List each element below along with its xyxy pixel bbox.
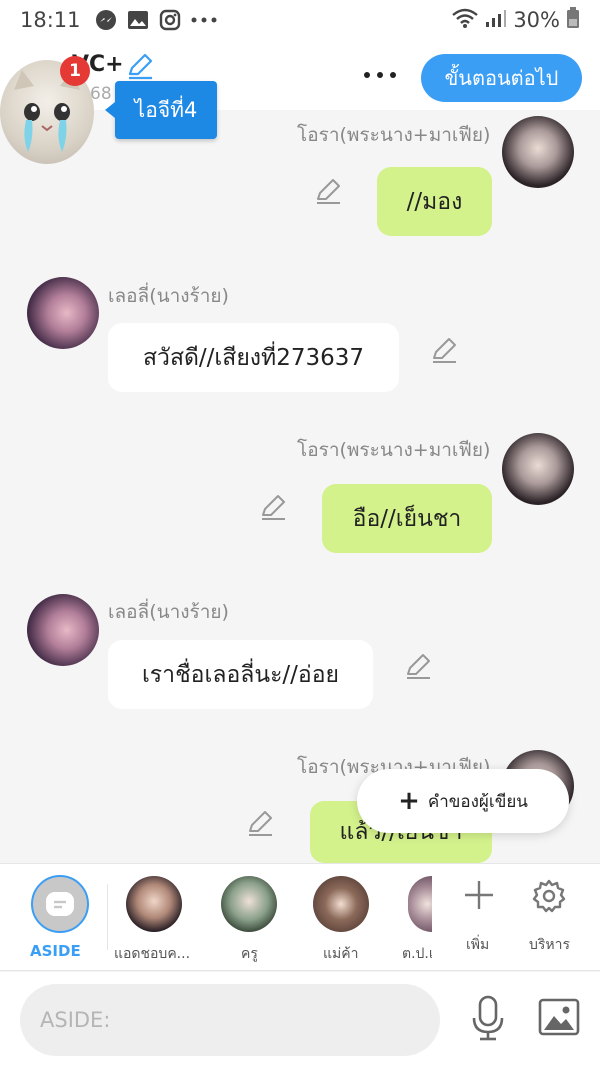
notification-badge: 1 [60,56,90,86]
manage-label: บริหาร [529,937,571,953]
more-options-icon[interactable] [360,60,400,90]
more-notifications-icon [191,17,217,23]
next-step-button[interactable]: ขั้นตอนต่อไป [421,54,582,102]
aside-label: ASIDE [30,942,81,960]
wifi-icon [451,7,479,34]
messenger-icon [95,9,117,31]
message-sender: เลอลี่(นางร้าย) [108,285,229,307]
signal-icon [485,8,507,33]
message-input[interactable] [20,984,440,1056]
character-label: แอดชอบค... [114,946,191,962]
edit-title-icon[interactable] [126,52,154,84]
character-avatar[interactable] [313,876,369,932]
add-character-label: เพิ่ม [466,937,490,953]
ora-avatar[interactable] [502,116,574,188]
gallery-icon [127,10,149,30]
character-label: แม่ค้า [323,946,359,962]
lolly-avatar[interactable] [27,277,99,349]
message-bubble[interactable]: เราชื่อเลอลี่นะ//อ่อย [108,640,373,709]
microphone-icon[interactable] [470,994,506,1046]
add-character-icon[interactable] [462,878,496,916]
divider [107,884,108,950]
message-sender: โอรา(พระนาง+มาเฟีย) [297,439,491,461]
message-sender: เลอลี่(นางร้าย) [108,601,229,623]
edit-message-icon[interactable] [430,336,458,368]
edit-message-icon[interactable] [246,809,274,841]
battery-icon [566,6,580,34]
writer-note-button[interactable]: + คำของผู้เขียน [357,769,569,833]
ora-avatar[interactable] [502,433,574,505]
character-label: ต.ป.เ [402,946,432,962]
character-label: ครู [241,946,258,962]
aside-character[interactable] [31,875,89,933]
plus-icon: + [398,786,420,816]
message-bubble[interactable]: สวัสดี//เสียงที่273637 [108,323,399,392]
message-bubble[interactable]: //มอง [377,167,492,236]
status-time: 18:11 [20,8,81,32]
input-bar [0,972,600,1067]
message-bubble[interactable]: อือ//เย็นชา [322,484,492,553]
edit-message-icon[interactable] [404,652,432,684]
battery-percent: 30% [513,8,560,32]
instagram-icon [159,9,181,31]
lolly-avatar[interactable] [27,594,99,666]
settings-gear-icon[interactable] [531,878,567,918]
character-bar: ASIDE แอดชอบค... ครู แม่ค้า ต.ป.เ เพิ่ม … [0,863,600,971]
instagram-tooltip[interactable]: ไอจีที่4 [105,81,217,139]
edit-message-icon[interactable] [259,493,287,525]
character-avatar[interactable] [408,876,432,932]
writer-note-label: คำของผู้เขียน [427,791,528,812]
chat-subtitle: 68 [90,84,112,104]
edit-message-icon[interactable] [314,177,342,209]
character-avatar[interactable] [126,876,182,932]
image-upload-icon[interactable] [538,998,580,1040]
character-avatar[interactable] [221,876,277,932]
message-sender: โอรา(พระนาง+มาเฟีย) [297,124,491,146]
status-bar: 18:11 30% [0,0,600,40]
